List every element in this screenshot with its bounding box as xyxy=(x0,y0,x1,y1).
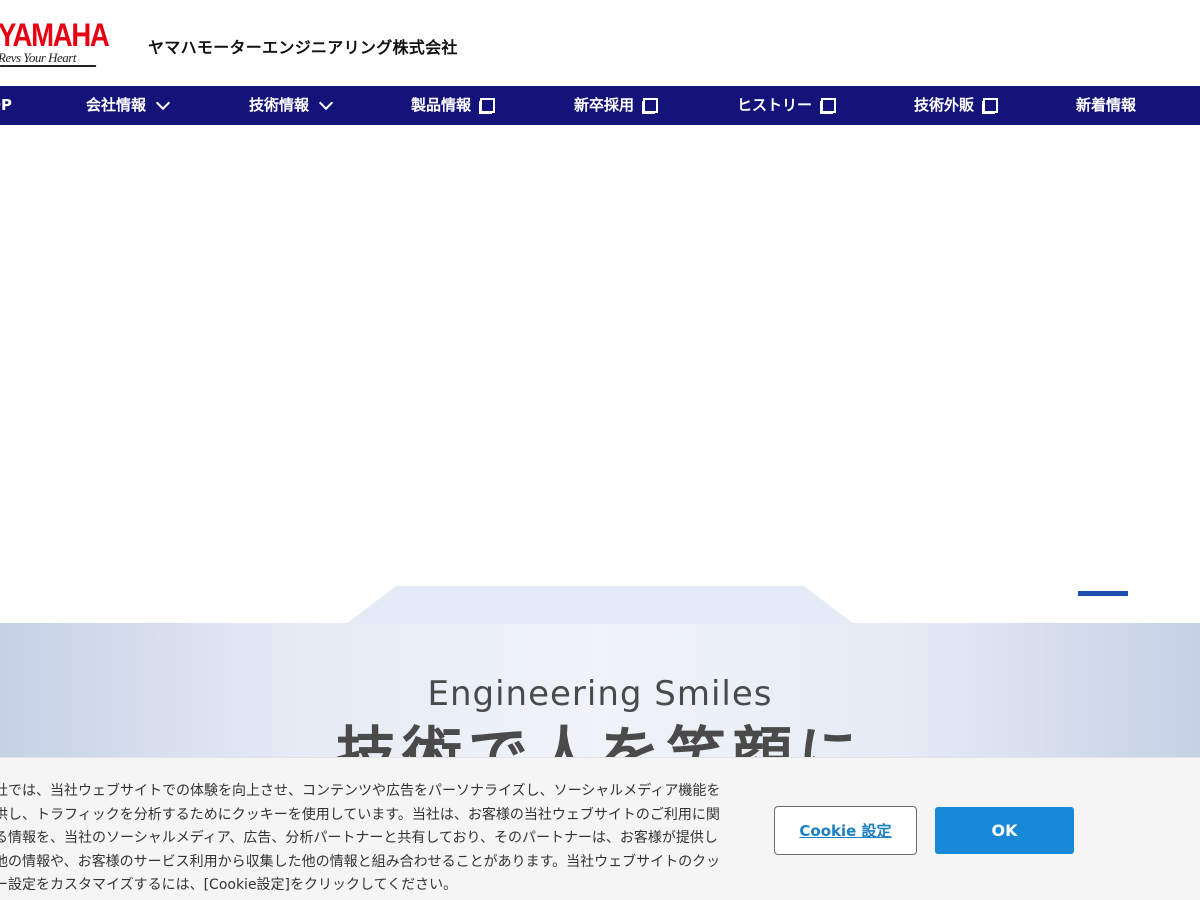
nav-item-label: 製品情報 xyxy=(411,96,472,114)
cookie-text-line: 当社では、当社ウェブサイトでの体験を向上させ、コンテンツや広告をパーソナライズし… xyxy=(0,783,721,799)
cookie-text-line: キー設定をカスタマイズするには、[Cookie設定]をクリックしてください。 xyxy=(0,877,458,893)
nav-item-label: 新着情報 xyxy=(1076,96,1137,114)
nav-item-company[interactable]: 会社情報 xyxy=(86,86,171,125)
cookie-text-line: た他の情報や、お客様のサービス利用から収集した他の情報と組み合わせることがありま… xyxy=(0,853,721,870)
chevron-down-icon xyxy=(155,95,171,110)
company-name[interactable]: ヤマハモーターエンジニアリング株式会社 xyxy=(148,38,458,58)
yamaha-logo[interactable]: YAMAHA Revs Your Heart xyxy=(0,18,118,70)
logo-wordmark: YAMAHA xyxy=(0,17,110,53)
cookie-settings-button[interactable]: Cookie 設定 xyxy=(774,806,917,855)
nav-item-history[interactable]: ヒストリー xyxy=(737,86,837,125)
nav-item-tech-sales[interactable]: 技術外販 xyxy=(914,86,999,125)
chevron-down-icon xyxy=(318,95,334,110)
logo-tagline: Revs Your Heart xyxy=(0,50,76,65)
page-root: YAMAHA Revs Your Heart ヤマハモーターエンジニアリング株式… xyxy=(0,0,1200,900)
hero-visual xyxy=(0,125,1200,623)
cookie-notice-text: 当社では、当社ウェブサイトでの体験を向上させ、コンテンツや広告をパーソナライズし… xyxy=(0,780,735,898)
nav-item-recruit[interactable]: 新卒採用 xyxy=(574,86,659,125)
external-window-icon xyxy=(982,97,999,114)
nav-item-top[interactable]: TOP xyxy=(0,86,12,125)
nav-item-label: TOP xyxy=(0,96,12,114)
nav-item-technology[interactable]: 技術情報 xyxy=(249,86,334,125)
nav-item-label: ヒストリー xyxy=(737,96,813,114)
nav-item-products[interactable]: 製品情報 xyxy=(411,86,496,125)
nav-item-label: 技術情報 xyxy=(249,96,310,114)
tagline-english: Engineering Smiles xyxy=(427,674,773,714)
section-tab-shape xyxy=(346,586,854,624)
nav-item-label: 技術外販 xyxy=(914,96,975,114)
nav-item-label: 新卒採用 xyxy=(574,96,635,114)
global-nav: TOP 会社情報 技術情報 製品情報 新卒採用 ヒストリー 技術外販 新着情報 xyxy=(0,86,1200,125)
external-window-icon xyxy=(820,97,837,114)
cookie-text-line: する情報を、当社のソーシャルメディア、広告、分析パートナーと共有しており、そのパ… xyxy=(0,830,718,846)
cookie-text-line: 提供し、トラフィックを分析するためにクッキーを使用しています。当社は、お客様の当… xyxy=(0,806,720,823)
nav-item-label: 会社情報 xyxy=(86,96,147,114)
logo-underline xyxy=(0,65,97,67)
site-header: YAMAHA Revs Your Heart ヤマハモーターエンジニアリング株式… xyxy=(0,0,1200,86)
cookie-ok-button[interactable]: OK xyxy=(935,807,1074,854)
external-window-icon xyxy=(642,97,659,114)
nav-item-news[interactable]: 新着情報 xyxy=(1076,86,1136,125)
external-window-icon xyxy=(479,97,496,114)
